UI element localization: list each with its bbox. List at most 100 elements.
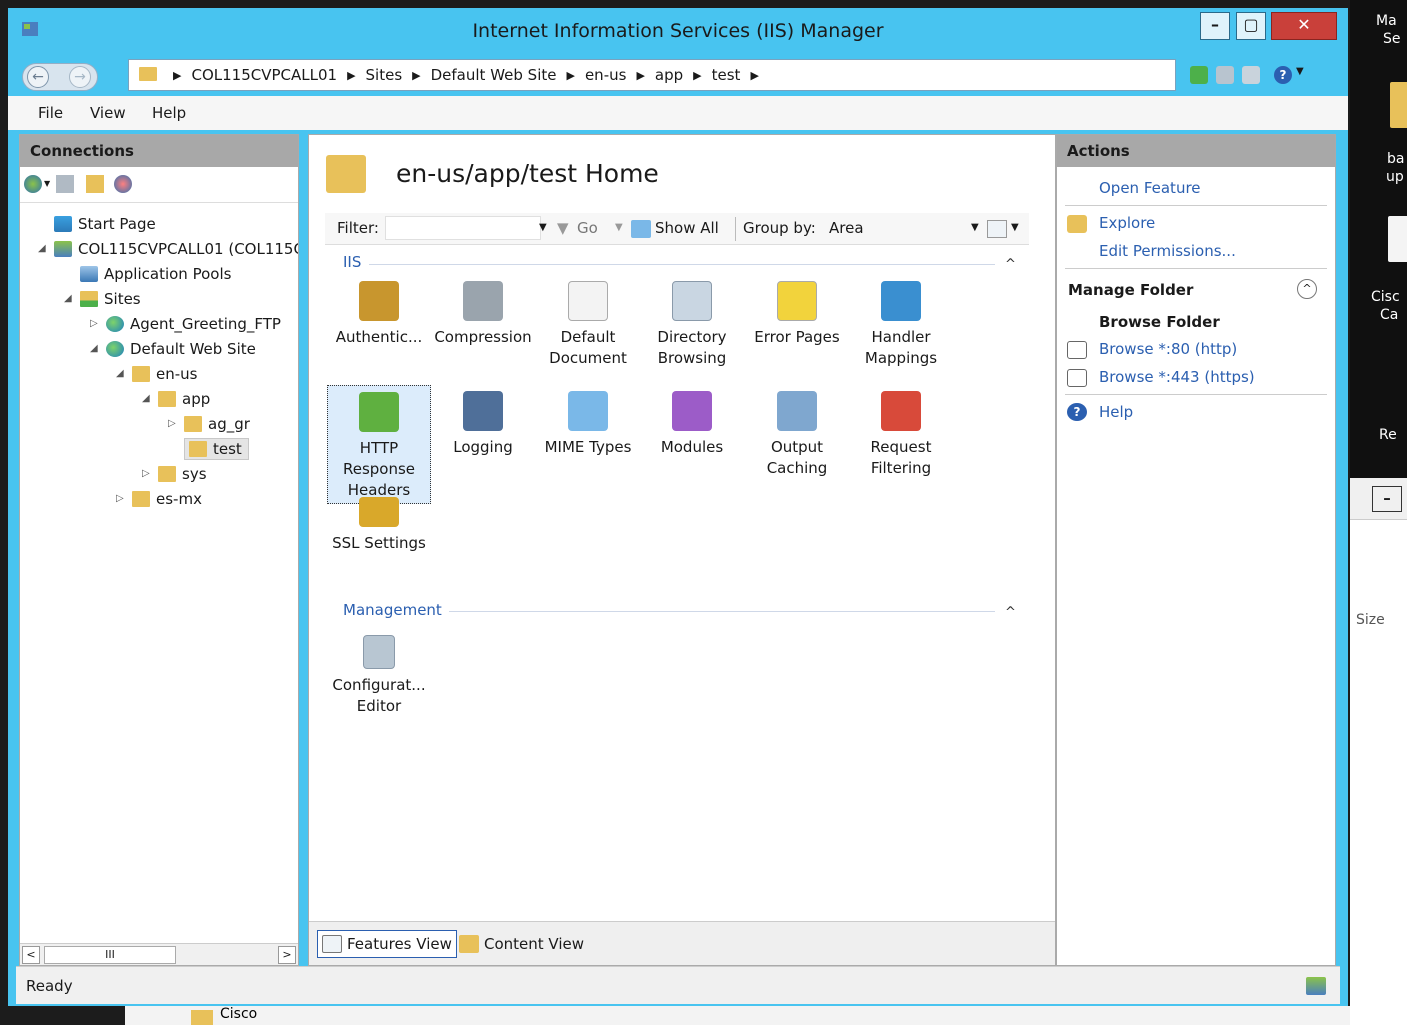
collapse-icon[interactable]: ◢ bbox=[116, 363, 128, 385]
chevron-right-icon[interactable]: ▶ bbox=[173, 66, 181, 86]
breadcrumb-item[interactable]: en-us bbox=[585, 66, 626, 86]
delete-connection-icon[interactable] bbox=[114, 175, 132, 193]
back-arrow-icon[interactable]: ← bbox=[27, 66, 49, 88]
show-all-icon[interactable] bbox=[631, 220, 651, 238]
feature-request-filtering[interactable]: Request Filtering bbox=[849, 391, 953, 479]
cisco-folder-label[interactable]: Cisco bbox=[220, 1006, 257, 1022]
desktop-app-icon[interactable] bbox=[1388, 216, 1407, 262]
horizontal-scrollbar[interactable]: < III > bbox=[20, 943, 298, 965]
open-feature-link[interactable]: Open Feature bbox=[1099, 179, 1201, 197]
feature-compression[interactable]: Compression bbox=[431, 281, 535, 348]
collapse-up-icon[interactable]: ^ bbox=[1005, 605, 1016, 620]
feature-authentication[interactable]: Authentic... bbox=[327, 281, 431, 348]
feature-handler-mappings[interactable]: Handler Mappings bbox=[849, 281, 953, 369]
refresh-icon[interactable] bbox=[1190, 66, 1208, 84]
maximize-button[interactable]: ▢ bbox=[1236, 12, 1266, 40]
tree-item-sites[interactable]: ◢ Sites bbox=[64, 288, 141, 310]
expand-icon[interactable]: ▷ bbox=[168, 413, 180, 435]
save-icon[interactable] bbox=[56, 175, 74, 193]
chevron-down-icon[interactable]: ▼ bbox=[971, 222, 979, 233]
chevron-right-icon[interactable]: ▶ bbox=[412, 66, 420, 86]
group-header-iis[interactable]: IIS bbox=[343, 253, 361, 271]
browse-443-link[interactable]: Browse *:443 (https) bbox=[1099, 368, 1255, 386]
minimize-button[interactable]: – bbox=[1200, 12, 1230, 40]
expand-icon[interactable]: ▷ bbox=[116, 488, 128, 510]
feature-configuration-editor[interactable]: Configurat... Editor bbox=[327, 635, 431, 717]
tree-item-agent-greeting-ftp[interactable]: ▷ Agent_Greeting_FTP bbox=[90, 313, 281, 335]
explore-link[interactable]: Explore bbox=[1099, 214, 1155, 232]
collapse-icon[interactable]: ◢ bbox=[90, 338, 102, 360]
view-mode-icon[interactable] bbox=[987, 220, 1007, 238]
scroll-right-icon[interactable]: > bbox=[278, 946, 296, 964]
funnel-icon[interactable]: ▼ bbox=[557, 219, 569, 237]
menu-view[interactable]: View bbox=[90, 104, 126, 122]
chevron-right-icon[interactable]: ▶ bbox=[750, 66, 758, 86]
chevron-right-icon[interactable]: ▶ bbox=[693, 66, 701, 86]
tree-item-start-page[interactable]: Start Page bbox=[38, 213, 156, 235]
filter-input[interactable] bbox=[385, 216, 541, 240]
chevron-down-icon[interactable]: ▼ bbox=[1011, 222, 1019, 233]
feature-logging[interactable]: Logging bbox=[431, 391, 535, 458]
connect-icon[interactable] bbox=[24, 175, 42, 193]
tree-item-app[interactable]: ◢ app bbox=[142, 388, 210, 410]
feature-output-caching[interactable]: Output Caching bbox=[745, 391, 849, 479]
tree-item-server[interactable]: ◢ COL115CVPCALL01 (COL115C bbox=[38, 238, 298, 260]
collapse-icon[interactable]: ◢ bbox=[142, 388, 154, 410]
minimize-icon[interactable]: – bbox=[1372, 486, 1402, 512]
tree-item-test[interactable]: test bbox=[184, 438, 249, 460]
title-bar[interactable]: Internet Information Services (IIS) Mana… bbox=[8, 8, 1348, 54]
home-icon[interactable] bbox=[1242, 66, 1260, 84]
collapse-icon[interactable]: ◢ bbox=[64, 288, 76, 310]
up-level-icon[interactable] bbox=[86, 175, 104, 193]
collapse-up-icon[interactable]: ^ bbox=[1005, 257, 1016, 272]
tree-item-application-pools[interactable]: Application Pools bbox=[64, 263, 231, 285]
chevron-down-icon[interactable]: ▼ bbox=[44, 179, 50, 188]
breadcrumb-item[interactable]: COL115CVPCALL01 bbox=[191, 66, 337, 86]
expand-icon[interactable]: ▷ bbox=[90, 313, 102, 335]
tree-item-es-mx[interactable]: ▷ es-mx bbox=[116, 488, 202, 510]
chevron-right-icon[interactable]: ▶ bbox=[566, 66, 574, 86]
tree-item-sys[interactable]: ▷ sys bbox=[142, 463, 207, 485]
chevron-down-icon[interactable]: ▼ bbox=[539, 222, 547, 233]
close-button[interactable]: ✕ bbox=[1271, 12, 1337, 40]
feature-default-document[interactable]: Default Document bbox=[536, 281, 640, 369]
collapse-up-icon[interactable]: ^ bbox=[1297, 279, 1317, 299]
expand-icon[interactable]: ▷ bbox=[142, 463, 154, 485]
forward-arrow-icon[interactable]: → bbox=[69, 66, 91, 88]
feature-http-response-headers[interactable]: HTTP Response Headers bbox=[327, 385, 431, 504]
breadcrumb-item[interactable]: Default Web Site bbox=[431, 66, 557, 86]
show-all-button[interactable]: Show All bbox=[655, 219, 719, 237]
edit-permissions-link[interactable]: Edit Permissions... bbox=[1099, 242, 1236, 260]
breadcrumb[interactable]: ▶ COL115CVPCALL01 ▶ Sites ▶ Default Web … bbox=[128, 59, 1176, 91]
feature-error-pages[interactable]: Error Pages bbox=[745, 281, 849, 348]
group-header-management[interactable]: Management bbox=[343, 601, 442, 619]
menu-file[interactable]: File bbox=[38, 104, 63, 122]
size-column-header[interactable]: Size bbox=[1356, 612, 1385, 628]
group-by-select[interactable]: Area bbox=[829, 219, 864, 237]
feature-ssl-settings[interactable]: SSL Settings bbox=[327, 497, 431, 554]
breadcrumb-item[interactable]: test bbox=[712, 66, 741, 86]
breadcrumb-item[interactable]: app bbox=[655, 66, 683, 86]
feature-directory-browsing[interactable]: Directory Browsing bbox=[640, 281, 744, 369]
tab-content-view[interactable]: Content View bbox=[455, 930, 588, 958]
chevron-right-icon[interactable]: ▶ bbox=[636, 66, 644, 86]
feature-mime-types[interactable]: MIME Types bbox=[536, 391, 640, 458]
tree-item-ag-gr[interactable]: ▷ ag_gr bbox=[168, 413, 250, 435]
chevron-down-icon[interactable]: ▼ bbox=[1296, 66, 1304, 77]
chevron-right-icon[interactable]: ▶ bbox=[347, 66, 355, 86]
chevron-down-icon[interactable]: ▼ bbox=[615, 222, 623, 233]
tree-item-default-web-site[interactable]: ◢ Default Web Site bbox=[90, 338, 256, 360]
desktop-folder-icon[interactable] bbox=[1390, 82, 1407, 128]
feature-modules[interactable]: Modules bbox=[640, 391, 744, 458]
breadcrumb-item[interactable]: Sites bbox=[366, 66, 403, 86]
tab-features-view[interactable]: Features View bbox=[317, 930, 457, 958]
help-link[interactable]: Help bbox=[1099, 403, 1133, 421]
scroll-thumb[interactable]: III bbox=[44, 946, 176, 964]
collapse-icon[interactable]: ◢ bbox=[38, 238, 50, 260]
scroll-left-icon[interactable]: < bbox=[22, 946, 40, 964]
browse-80-link[interactable]: Browse *:80 (http) bbox=[1099, 340, 1237, 358]
stop-icon[interactable] bbox=[1216, 66, 1234, 84]
go-button[interactable]: Go bbox=[577, 219, 598, 237]
tree-item-en-us[interactable]: ◢ en-us bbox=[116, 363, 197, 385]
help-icon[interactable]: ? bbox=[1274, 66, 1292, 84]
